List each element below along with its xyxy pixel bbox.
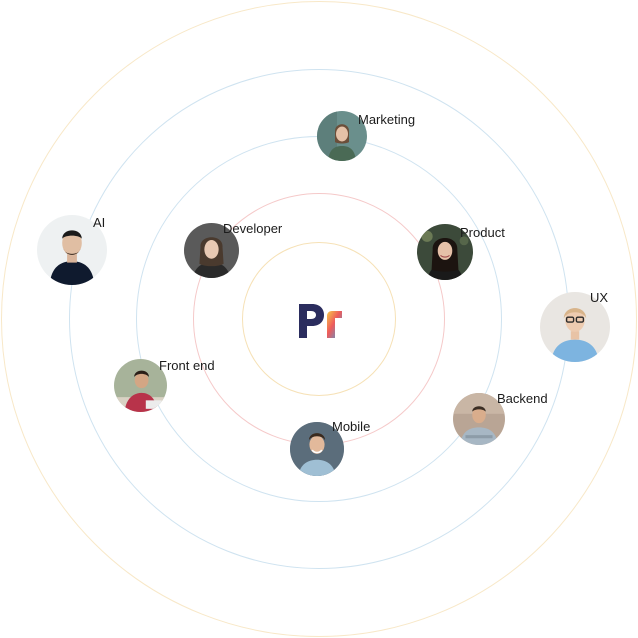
member-frontend[interactable]: Front end	[114, 359, 215, 412]
member-label: UX	[590, 290, 609, 305]
member-ai[interactable]: AI	[37, 215, 107, 285]
member-ux[interactable]: UX	[540, 290, 610, 362]
member-label: Marketing	[358, 112, 416, 127]
member-developer[interactable]: Developer	[184, 222, 282, 278]
member-label: Developer	[223, 221, 283, 236]
pr-logo-mark	[299, 304, 342, 338]
member-label: Product	[460, 225, 505, 240]
member-product[interactable]: Product	[417, 224, 505, 280]
member-label: AI	[93, 215, 106, 230]
member-marketing[interactable]: Marketing	[317, 111, 415, 161]
member-label: Front end	[159, 358, 215, 373]
member-label: Mobile	[332, 419, 371, 434]
member-backend[interactable]: Backend	[453, 392, 548, 445]
pr-logo	[296, 300, 346, 342]
member-label: Backend	[497, 391, 548, 406]
orbit-diagram: Marketing AI Developer Product UX Front …	[0, 0, 638, 638]
member-mobile[interactable]: Mobile	[290, 420, 370, 476]
